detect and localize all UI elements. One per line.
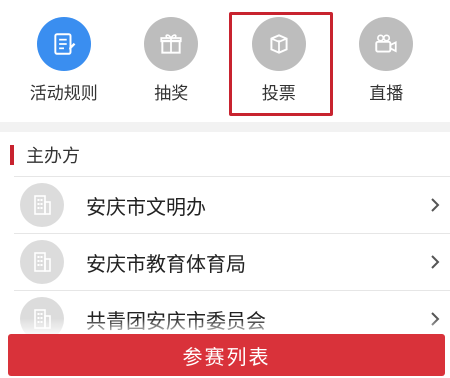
document-icon [54, 33, 76, 55]
organizer-name: 安庆市文明办 [86, 194, 206, 219]
vote-icon-circle [251, 17, 306, 71]
lottery-icon-circle [144, 17, 199, 71]
nav-item-lottery[interactable]: 抽奖 [123, 0, 219, 110]
section-divider [0, 122, 450, 132]
activity-page: 活动规则 抽奖 投票 直播 主办方 安庆市文明办 安庆市教育体育局 参赛列表 [0, 0, 450, 378]
participant-list-button[interactable]: 参赛列表 [8, 334, 445, 376]
video-camera-icon [375, 34, 397, 53]
nav-label-rules: 活动规则 [29, 84, 98, 104]
rules-icon-circle [36, 17, 91, 71]
participant-list-label: 参赛列表 [182, 344, 271, 369]
list-item[interactable]: 安庆市文明办 [14, 176, 450, 233]
nav-label-lottery: 抽奖 [154, 84, 189, 104]
organizer-name: 安庆市教育体育局 [86, 251, 246, 276]
building-icon [34, 195, 51, 215]
nav-item-live[interactable]: 直播 [338, 0, 434, 110]
list-item[interactable]: 安庆市教育体育局 [14, 233, 450, 290]
ballot-box-icon [270, 34, 288, 54]
section-accent-bar [10, 145, 14, 165]
avatar [20, 183, 64, 227]
nav-label-live: 直播 [369, 84, 404, 104]
function-nav: 活动规则 抽奖 投票 直播 [0, 0, 450, 120]
gift-icon [160, 34, 182, 54]
nav-label-vote: 投票 [261, 84, 296, 104]
live-icon-circle [359, 17, 414, 71]
organizers-title: 主办方 [26, 146, 80, 167]
nav-item-vote[interactable]: 投票 [228, 0, 333, 116]
building-icon [34, 252, 51, 272]
avatar [20, 240, 64, 284]
chevron-right-icon [431, 198, 440, 212]
chevron-right-icon [431, 255, 440, 269]
organizers-header: 主办方 [10, 140, 80, 170]
nav-item-rules[interactable]: 活动规则 [16, 0, 112, 110]
